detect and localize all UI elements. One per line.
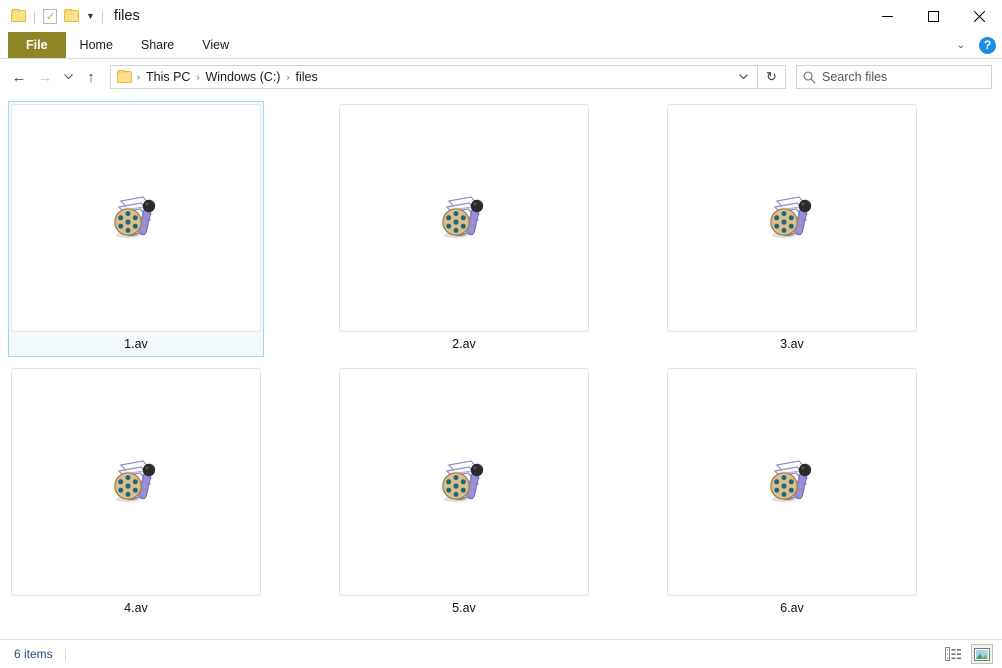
breadcrumb[interactable]: › This PC › Windows (C:) › files: [110, 65, 758, 89]
file-explorer-window: | ✓ ▼ | files File Home Share View ⌄ ? ←…: [0, 0, 1002, 668]
file-item[interactable]: 4.av: [8, 365, 264, 621]
search-placeholder: Search files: [822, 70, 888, 84]
media-file-icon: [114, 460, 156, 502]
file-name-label: 6.av: [780, 601, 804, 615]
window-title: files: [113, 7, 140, 24]
details-view-icon: [944, 647, 961, 661]
status-divider: [64, 647, 66, 661]
large-icons-view-button[interactable]: [971, 644, 993, 664]
breadcrumb-item-files[interactable]: files: [290, 70, 322, 84]
chevron-down-icon: [63, 74, 73, 80]
refresh-button[interactable]: ↻: [758, 65, 786, 89]
title-bar: | ✓ ▼ | files: [0, 0, 1002, 32]
search-input[interactable]: Search files: [796, 65, 992, 89]
qat-divider-1: |: [32, 8, 37, 24]
breadcrumb-dropdown-icon[interactable]: [734, 72, 753, 83]
file-thumbnail: [667, 368, 917, 596]
file-item[interactable]: 5.av: [336, 365, 592, 621]
file-name-label: 2.av: [452, 337, 476, 351]
up-button[interactable]: ↑: [78, 64, 104, 90]
tab-file[interactable]: File: [8, 32, 66, 58]
media-file-icon: [442, 196, 484, 238]
maximize-icon: [927, 10, 939, 22]
minimize-button[interactable]: [864, 0, 910, 32]
file-thumbnail: [11, 368, 261, 596]
breadcrumb-item-this-pc[interactable]: This PC: [141, 70, 195, 84]
window-controls: [864, 0, 1002, 32]
tab-home[interactable]: Home: [66, 32, 127, 58]
tab-share[interactable]: Share: [127, 32, 188, 58]
new-folder-icon[interactable]: [61, 5, 83, 27]
media-file-icon: [770, 196, 812, 238]
file-thumbnail: [339, 104, 589, 332]
file-item[interactable]: 2.av: [336, 101, 592, 357]
file-name-label: 5.av: [452, 601, 476, 615]
search-icon: [803, 71, 816, 84]
minimize-icon: [881, 15, 893, 17]
ribbon-right-controls: ⌄ ?: [951, 32, 996, 58]
item-count-label: 6 items: [14, 647, 53, 661]
file-name-label: 1.av: [124, 337, 148, 351]
file-item[interactable]: 1.av: [8, 101, 264, 357]
large-icons-view-icon: [974, 647, 990, 661]
chevron-down-icon[interactable]: ▼: [83, 11, 98, 21]
tab-view[interactable]: View: [188, 32, 243, 58]
quick-access-doc-icon[interactable]: ✓: [39, 5, 61, 27]
help-icon[interactable]: ?: [979, 36, 996, 54]
ribbon-tabs: File Home Share View ⌄ ?: [0, 32, 1002, 59]
file-item[interactable]: 3.av: [664, 101, 920, 357]
status-bar: 6 items: [0, 639, 1002, 668]
expand-ribbon-icon[interactable]: ⌄: [951, 38, 971, 53]
file-item[interactable]: 6.av: [664, 365, 920, 621]
file-name-label: 3.av: [780, 337, 804, 351]
file-name-label: 4.av: [124, 601, 148, 615]
breadcrumb-item-windows-c[interactable]: Windows (C:): [200, 70, 285, 84]
close-button[interactable]: [956, 0, 1002, 32]
qat-divider-2: |: [100, 8, 105, 24]
details-view-button[interactable]: [942, 644, 964, 664]
media-file-icon: [770, 460, 812, 502]
address-bar: ← → ↑ › This PC › Windows (C:) › files ↻: [0, 59, 1002, 95]
breadcrumb-folder-icon: [117, 70, 133, 84]
maximize-button[interactable]: [910, 0, 956, 32]
chevron-down-icon: [739, 73, 748, 79]
media-file-icon: [114, 196, 156, 238]
file-thumbnail: [11, 104, 261, 332]
recent-locations-button[interactable]: [58, 64, 78, 90]
file-grid: 1.av 2.av 3.av 4.av 5.av 6.av: [8, 101, 1002, 629]
properties-folder-icon[interactable]: [8, 5, 30, 27]
back-button[interactable]: ←: [6, 64, 32, 90]
media-file-icon: [442, 460, 484, 502]
quick-access-toolbar: | ✓ ▼ |: [0, 5, 107, 27]
file-thumbnail: [339, 368, 589, 596]
file-list-area: 1.av 2.av 3.av 4.av 5.av 6.av: [0, 95, 1002, 639]
view-mode-buttons: [942, 644, 993, 664]
forward-button[interactable]: →: [32, 64, 58, 90]
close-icon: [973, 10, 985, 22]
file-thumbnail: [667, 104, 917, 332]
